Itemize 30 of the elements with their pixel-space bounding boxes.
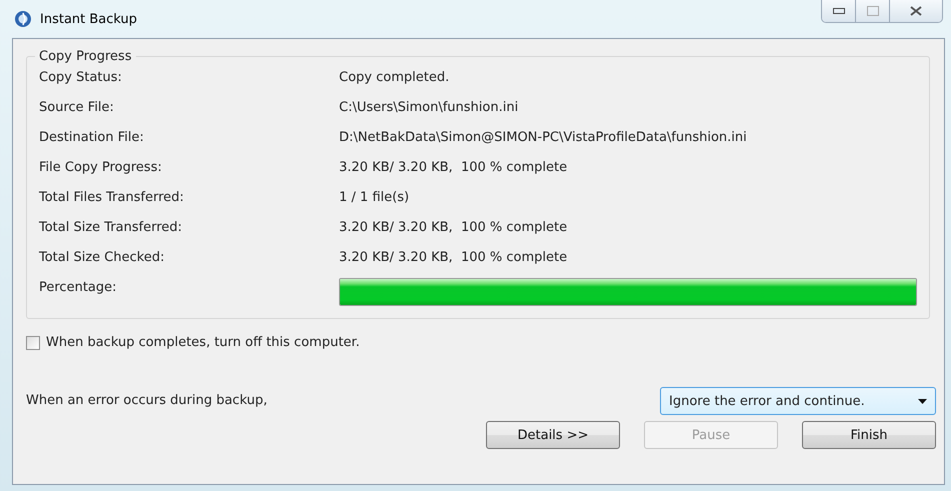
field-label: Percentage: xyxy=(39,279,118,297)
dialog-button[interactable]: Finish xyxy=(802,421,936,449)
maximize-icon xyxy=(866,6,878,16)
app-icon xyxy=(14,10,32,28)
close-icon xyxy=(910,6,922,16)
caret-icon xyxy=(918,398,927,404)
close-button[interactable] xyxy=(890,0,942,22)
field-label: Total Files Transferred: xyxy=(39,189,185,207)
field-label: Source File: xyxy=(39,99,115,117)
field-value: 3.20 KB/ 3.20 KB, 100 % complete xyxy=(339,159,568,177)
minimize-button[interactable] xyxy=(822,0,856,22)
error-dropdown[interactable]: Ignore the error and continue. xyxy=(660,387,936,415)
field-value: 3.20 KB/ 3.20 KB, 100 % complete xyxy=(339,249,568,267)
field-label: Total Size Transferred: xyxy=(39,219,184,237)
dialog-button[interactable]: Details >> xyxy=(486,421,620,449)
field-label: Total Size Checked: xyxy=(39,249,166,267)
window-title: Instant Backup xyxy=(40,12,138,26)
minimize-icon xyxy=(832,8,844,14)
field-value: Copy completed. xyxy=(339,69,450,87)
field-value: D:\NetBakData\Simon@SIMON-PC\VistaProfileData\funshion.ini xyxy=(339,129,748,147)
group-title: Copy Progress xyxy=(38,49,133,64)
checkbox-label[interactable]: When backup completes, turn off this computer. xyxy=(46,333,360,353)
field-label: Copy Status: xyxy=(39,69,123,87)
field-label: File Copy Progress: xyxy=(39,159,163,177)
field-value: C:\Users\Simon\funshion.ini xyxy=(339,99,520,117)
field-value: 1 / 1 file(s) xyxy=(339,189,410,207)
checkbox[interactable] xyxy=(26,336,40,350)
field-value: 3.20 KB/ 3.20 KB, 100 % complete xyxy=(339,219,568,237)
field-label: Destination File: xyxy=(39,129,145,147)
error-label: When an error occurs during backup, xyxy=(26,392,268,410)
